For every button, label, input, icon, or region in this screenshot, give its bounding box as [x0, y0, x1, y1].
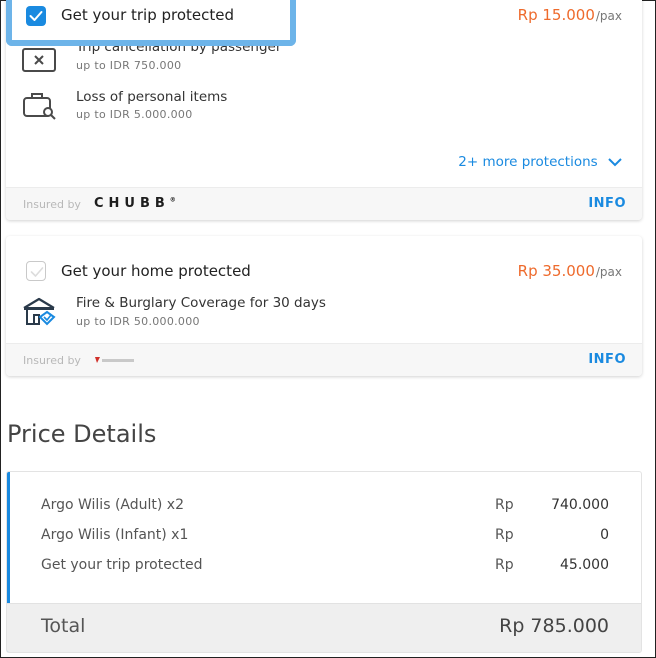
trip-protection-price: Rp 15.000/pax — [518, 6, 622, 24]
check-icon — [29, 11, 43, 21]
coverage-title: Loss of personal items — [76, 89, 228, 105]
home-protection-title: Get your home protected — [61, 262, 251, 280]
price-details-card: Argo Wilis (Adult) x2 Rp 740.000 Argo Wi… — [6, 471, 642, 653]
price-row-currency: Rp — [495, 527, 514, 543]
insurer-footer: Insured by CHUBB® INFO — [6, 187, 642, 220]
insured-by-label: Insured by — [23, 354, 81, 367]
trip-protection-checkbox[interactable] — [26, 6, 46, 26]
price-row-label: Argo Wilis (Adult) x2 — [41, 497, 184, 513]
trip-protection-title: Get your trip protected — [61, 6, 235, 24]
home-protection-price: Rp 35.000/pax — [518, 262, 622, 280]
insured-by-label: Insured by — [23, 198, 81, 211]
price-row: Argo Wilis (Adult) x2 Rp 740.000 — [7, 497, 641, 519]
sinarmas-logo — [95, 357, 134, 363]
info-link[interactable]: INFO — [588, 352, 626, 367]
total-value: Rp 785.000 — [499, 615, 609, 637]
info-link[interactable]: INFO — [588, 196, 626, 211]
more-protections-link[interactable]: 2+ more protections — [458, 154, 622, 170]
more-protections-label: 2+ more protections — [458, 154, 598, 170]
price-row: Get your trip protected Rp 45.000 — [7, 557, 641, 579]
coverage-limit: up to IDR 50.000.000 — [76, 315, 200, 328]
price-amount: Rp 15.000 — [517, 6, 595, 24]
total-row: Total Rp 785.000 — [7, 603, 641, 652]
chevron-down-icon — [608, 157, 622, 166]
chubb-logo: CHUBB® — [94, 196, 176, 211]
cancel-ticket-icon — [22, 48, 56, 72]
price-details-title: Price Details — [7, 420, 157, 448]
price-row-value: 0 — [600, 527, 609, 543]
price-unit: /pax — [595, 265, 622, 279]
price-row-label: Argo Wilis (Infant) x1 — [41, 527, 189, 543]
price-row: Argo Wilis (Infant) x1 Rp 0 — [7, 527, 641, 549]
coverage-limit: up to IDR 750.000 — [76, 59, 182, 72]
price-amount: Rp 35.000 — [517, 262, 595, 280]
price-row-currency: Rp — [495, 557, 514, 573]
price-row-currency: Rp — [495, 497, 514, 513]
house-shield-icon — [23, 297, 56, 326]
coverage-title: Fire & Burglary Coverage for 30 days — [76, 295, 326, 311]
trip-protection-card: Get your trip protected Rp 15.000/pax Tr… — [6, 0, 642, 220]
price-row-value: 45.000 — [560, 557, 609, 573]
check-icon — [30, 267, 44, 277]
price-row-value: 740.000 — [551, 497, 609, 513]
total-label: Total — [41, 615, 86, 637]
coverage-title: Trip cancellation by passenger — [76, 39, 282, 55]
luggage-search-icon — [23, 93, 56, 120]
price-row-label: Get your trip protected — [41, 557, 203, 573]
home-protection-checkbox[interactable] — [26, 261, 46, 281]
insurer-footer: Insured by INFO — [6, 343, 642, 376]
home-protection-card: Get your home protected Rp 35.000/pax Fi… — [6, 236, 642, 376]
price-unit: /pax — [595, 9, 622, 23]
coverage-limit: up to IDR 5.000.000 — [76, 108, 193, 121]
